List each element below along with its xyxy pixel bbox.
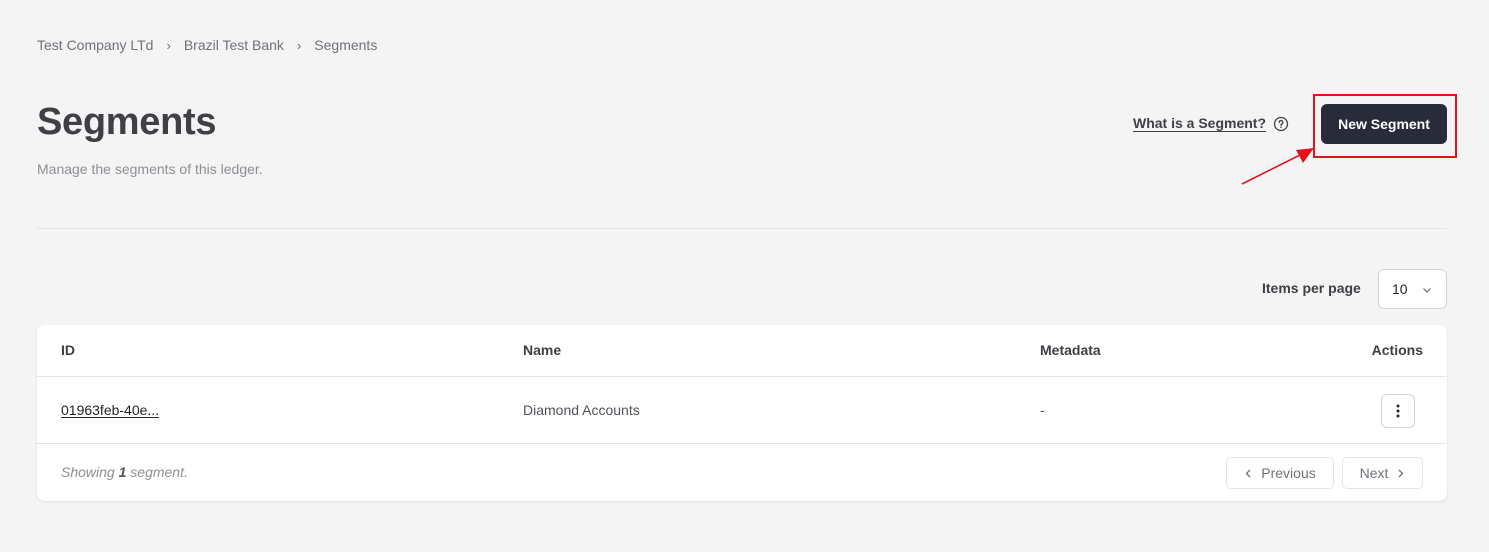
- chevron-down-icon: [1423, 288, 1431, 293]
- page-title: Segments: [37, 101, 217, 143]
- items-per-page-label: Items per page: [1262, 280, 1361, 296]
- breadcrumb-item-current: Segments: [314, 37, 378, 53]
- showing-suffix: segment.: [130, 464, 188, 480]
- items-per-page-select[interactable]: 10: [1378, 269, 1447, 309]
- annotation-arrow: [1241, 148, 1314, 185]
- help-circle-icon[interactable]: [1273, 116, 1289, 132]
- chevron-right-icon: [1398, 469, 1404, 477]
- table-header: ID Name Metadata Actions: [37, 325, 1447, 377]
- column-header-actions: Actions: [1371, 342, 1423, 358]
- breadcrumb-item-ledger[interactable]: Brazil Test Bank: [184, 37, 284, 53]
- breadcrumb: Test Company LTd › Brazil Test Bank › Se…: [37, 37, 377, 53]
- table-footer-summary: Showing 1 segment.: [61, 464, 188, 480]
- segments-page: Test Company LTd › Brazil Test Bank › Se…: [0, 0, 1489, 552]
- column-header-metadata: Metadata: [1040, 342, 1101, 358]
- breadcrumb-separator: ›: [166, 37, 171, 53]
- row-actions-button[interactable]: [1381, 394, 1415, 428]
- items-per-page-value: 10: [1392, 281, 1408, 297]
- segment-id-link[interactable]: 01963feb-40e...: [61, 402, 159, 418]
- segment-metadata: -: [1040, 402, 1045, 418]
- table-row: 01963feb-40e... Diamond Accounts -: [37, 378, 1447, 444]
- next-label: Next: [1359, 465, 1389, 481]
- breadcrumb-item-company[interactable]: Test Company LTd: [37, 37, 153, 53]
- header-divider: [37, 228, 1447, 229]
- column-header-name: Name: [523, 342, 562, 358]
- previous-page-button[interactable]: Previous: [1226, 457, 1334, 489]
- segment-name: Diamond Accounts: [523, 402, 640, 418]
- more-vertical-icon: [1396, 404, 1400, 418]
- breadcrumb-separator: ›: [296, 37, 302, 53]
- what-is-segment-link[interactable]: What is a Segment?: [1133, 115, 1266, 131]
- segment-count: 1: [118, 464, 127, 480]
- new-segment-button[interactable]: New Segment: [1321, 104, 1447, 144]
- column-header-id: ID: [61, 342, 75, 358]
- next-page-button[interactable]: Next: [1342, 457, 1423, 489]
- showing-prefix: Showing: [61, 464, 115, 480]
- page-subtitle: Manage the segments of this ledger.: [37, 161, 263, 177]
- chevron-left-icon: [1245, 469, 1251, 477]
- previous-label: Previous: [1261, 465, 1316, 481]
- segments-table: ID Name Metadata Actions 01963feb-40e...…: [37, 325, 1447, 501]
